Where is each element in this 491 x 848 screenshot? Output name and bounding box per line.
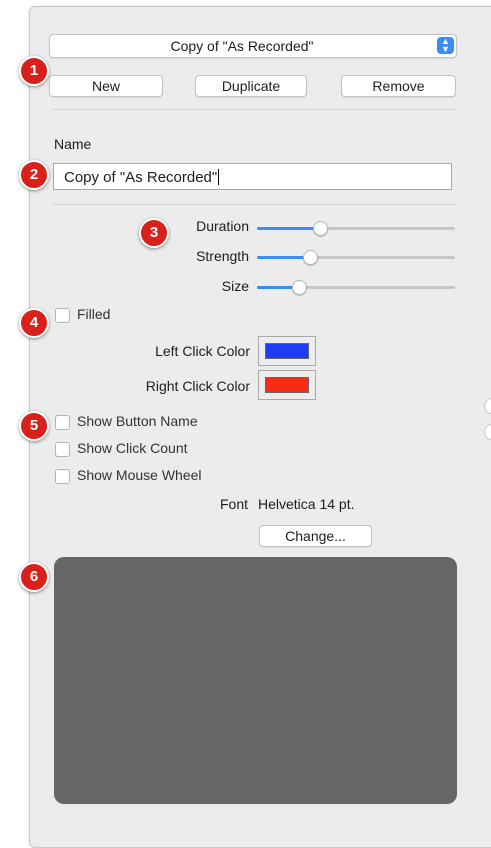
- new-button[interactable]: New: [49, 75, 163, 97]
- remove-button[interactable]: Remove: [341, 75, 456, 97]
- size-label: Size: [221, 278, 249, 294]
- filled-label: Filled: [77, 306, 111, 322]
- right-click-color-swatch: [265, 377, 309, 393]
- callout-badge-3: 3: [139, 218, 169, 248]
- strength-slider[interactable]: [257, 250, 455, 265]
- show-mouse-wheel-checkbox[interactable]: [55, 469, 70, 484]
- left-click-color-swatch: [265, 343, 309, 359]
- right-click-color-label: Right Click Color: [145, 378, 250, 394]
- name-field[interactable]: Copy of "As Recorded": [53, 163, 452, 190]
- preset-popup-label: Copy of "As Recorded": [170, 38, 314, 54]
- font-value: Helvetica 14 pt.: [258, 496, 355, 512]
- duplicate-button[interactable]: Duplicate: [195, 75, 307, 97]
- size-slider[interactable]: [257, 280, 455, 295]
- filled-checkbox[interactable]: [55, 308, 70, 323]
- preset-popup-button[interactable]: Copy of "As Recorded" ▲ ▼: [49, 34, 457, 58]
- name-field-value: Copy of "As Recorded": [64, 169, 218, 186]
- right-click-color-well[interactable]: [258, 370, 316, 400]
- callout-badge-4: 4: [19, 308, 49, 338]
- show-click-count-checkbox[interactable]: [55, 442, 70, 457]
- show-mouse-wheel-label: Show Mouse Wheel: [77, 467, 202, 483]
- left-click-color-label: Left Click Color: [155, 343, 250, 359]
- font-label: Font: [219, 496, 248, 512]
- preview-area: [54, 557, 457, 804]
- duration-slider-fill: [257, 227, 321, 230]
- callout-badge-2: 2: [19, 160, 49, 190]
- callout-badge-1: 1: [19, 56, 49, 86]
- text-caret: [218, 169, 220, 185]
- popup-arrows-icon: ▲ ▼: [437, 37, 454, 54]
- duration-slider[interactable]: [257, 221, 455, 236]
- change-font-button[interactable]: Change...: [259, 525, 372, 547]
- name-label: Name: [54, 136, 92, 152]
- show-click-count-label: Show Click Count: [77, 440, 188, 456]
- callout-badge-6: 6: [19, 562, 49, 592]
- show-button-name-label: Show Button Name: [77, 413, 198, 429]
- separator: [52, 109, 455, 110]
- callout-badge-5: 5: [19, 411, 49, 441]
- strength-slider-fill: [257, 256, 311, 259]
- size-slider-knob[interactable]: [291, 280, 307, 295]
- separator: [52, 204, 455, 205]
- strength-label: Strength: [196, 248, 249, 264]
- left-click-color-well[interactable]: [258, 336, 316, 366]
- show-button-name-checkbox[interactable]: [55, 415, 70, 430]
